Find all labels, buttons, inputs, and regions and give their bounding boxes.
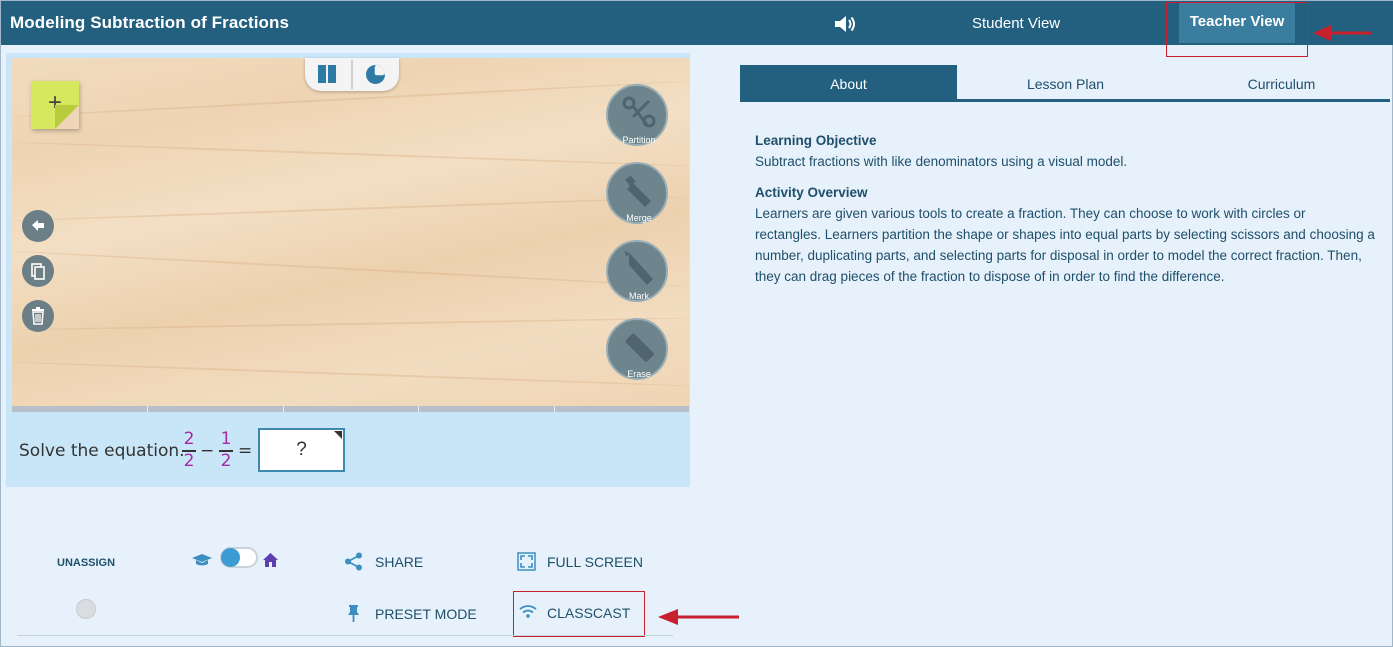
speaker-icon[interactable] xyxy=(833,13,857,35)
assign-radio[interactable] xyxy=(76,599,96,619)
annotation-arrow-icon xyxy=(658,609,739,625)
info-tabs: About Lesson Plan Curriculum xyxy=(740,65,1390,102)
trash-icon xyxy=(32,307,44,325)
tab-about[interactable]: About xyxy=(740,65,957,99)
pie-chart-icon[interactable] xyxy=(365,64,386,85)
shape-mode-toggle[interactable] xyxy=(305,58,399,91)
merge-label: Merge xyxy=(626,213,652,223)
graduation-cap-icon xyxy=(192,554,212,566)
annotation-arrow-icon xyxy=(1313,25,1372,41)
fraction-one-numerator: 2 xyxy=(183,429,195,449)
student-view-tab[interactable]: Student View xyxy=(972,15,1060,32)
undo-icon xyxy=(32,220,44,231)
add-sticky-note-button[interactable]: + xyxy=(31,81,79,129)
glue-icon xyxy=(625,175,651,207)
fraction-one-denominator: 2 xyxy=(183,451,195,471)
fraction-two-numerator: 1 xyxy=(220,429,232,449)
preset-mode-button[interactable]: PRESET MODE xyxy=(375,606,477,622)
partition-label: Partition xyxy=(622,135,656,145)
merge-tool[interactable]: Merge xyxy=(606,162,668,224)
divider xyxy=(17,635,673,636)
crayon-icon xyxy=(624,251,653,285)
mark-label: Mark xyxy=(629,291,649,301)
sticky-fold xyxy=(55,105,79,129)
answer-placeholder: ? xyxy=(296,439,307,460)
objective-heading: Learning Objective xyxy=(755,133,877,148)
teacher-view-highlight-box xyxy=(1166,2,1308,57)
copy-icon xyxy=(31,263,45,280)
scissors-icon xyxy=(622,96,656,128)
erase-tool[interactable]: Erase xyxy=(606,318,668,380)
app-title: Modeling Subtraction of Fractions xyxy=(10,13,290,32)
duplicate-button[interactable] xyxy=(22,255,54,287)
bars-icon[interactable] xyxy=(317,64,337,84)
fraction-two-denominator: 2 xyxy=(220,451,232,471)
answer-input[interactable]: ? xyxy=(258,428,345,472)
assign-toggle-knob[interactable] xyxy=(221,548,240,567)
share-button[interactable]: SHARE xyxy=(375,554,423,570)
dropdown-corner-icon xyxy=(334,431,342,439)
tab-lesson-plan[interactable]: Lesson Plan xyxy=(957,65,1174,99)
unassign-button[interactable]: UNASSIGN xyxy=(57,557,115,569)
minus-operator: − xyxy=(200,441,215,461)
full-screen-button[interactable]: FULL SCREEN xyxy=(547,554,643,570)
erase-label: Erase xyxy=(627,369,651,379)
full-screen-icon xyxy=(517,552,536,571)
workspace-board[interactable] xyxy=(12,58,689,406)
equals-sign: = xyxy=(238,441,253,461)
share-icon xyxy=(345,552,362,571)
undo-button[interactable] xyxy=(22,210,54,242)
overview-heading: Activity Overview xyxy=(755,185,868,200)
about-content: Learning Objective Subtract fractions wi… xyxy=(755,130,1375,287)
mark-tool[interactable]: Mark xyxy=(606,240,668,302)
pin-icon xyxy=(348,605,359,622)
fraction-strip-tray xyxy=(12,406,689,412)
objective-text: Subtract fractions with like denominator… xyxy=(755,154,1128,169)
mode-divider xyxy=(351,60,353,89)
partition-tool[interactable]: Partition xyxy=(606,84,668,146)
overview-text: Learners are given various tools to crea… xyxy=(755,206,1375,284)
eraser-icon xyxy=(625,333,654,362)
delete-button[interactable] xyxy=(22,300,54,332)
equation-prompt: Solve the equation. xyxy=(19,441,185,461)
tab-curriculum[interactable]: Curriculum xyxy=(1173,65,1390,99)
home-icon xyxy=(263,553,278,567)
classcast-highlight-box xyxy=(513,591,645,637)
